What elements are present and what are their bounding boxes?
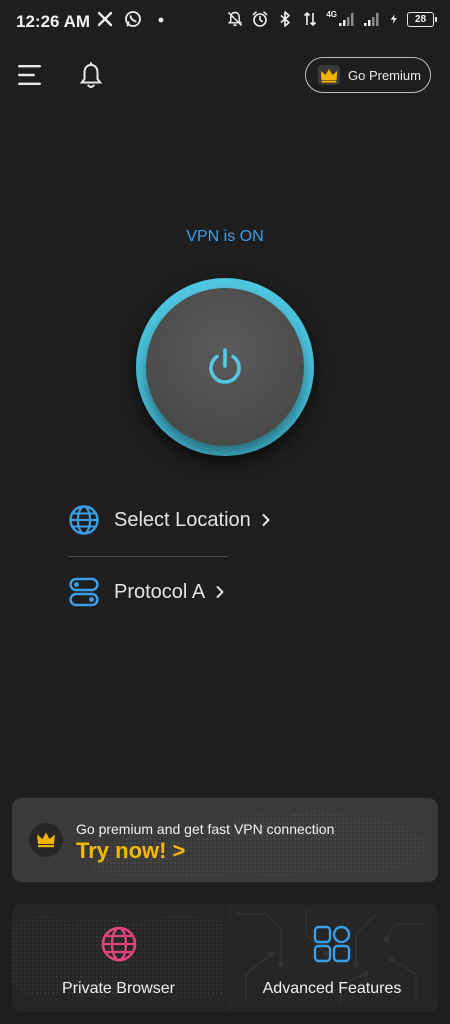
hamburger-menu-icon[interactable] — [18, 64, 44, 86]
advanced-features-card[interactable]: Advanced Features — [226, 904, 438, 1012]
x-app-icon — [97, 11, 113, 27]
select-location-row[interactable]: Select Location — [68, 504, 271, 536]
power-toggle-button[interactable] — [146, 288, 304, 446]
crown-icon — [318, 65, 340, 85]
advanced-features-label: Advanced Features — [262, 980, 402, 997]
protocol-label: Protocol A — [114, 580, 206, 603]
protocol-row[interactable]: Protocol A — [68, 576, 225, 608]
bluetooth-icon — [280, 11, 291, 27]
go-premium-button[interactable]: Go Premium — [305, 57, 431, 93]
vpn-status-text: VPN is ON — [186, 228, 264, 245]
status-time: 12:26 AM — [16, 12, 91, 31]
try-now-link[interactable]: Try now! > — [76, 838, 185, 864]
signal-strength-icon — [339, 13, 354, 26]
power-icon — [209, 348, 241, 384]
go-premium-label: Go Premium — [348, 67, 421, 83]
signal-strength-sim2-icon — [364, 13, 379, 26]
apps-grid-icon — [313, 925, 351, 963]
alarm-icon — [253, 11, 268, 27]
options-divider — [68, 556, 228, 557]
globe-icon — [69, 505, 99, 535]
promo-title: Go premium and get fast VPN connection — [76, 821, 335, 837]
data-transfer-icon — [304, 11, 317, 27]
network-type-label: 4G — [326, 9, 337, 19]
power-button-container — [136, 278, 314, 456]
protocol-toggle-icon — [69, 577, 99, 607]
crown-icon — [37, 832, 55, 848]
chevron-right-icon — [216, 586, 224, 598]
battery-level: 28 — [414, 13, 427, 25]
charging-bolt-icon — [390, 14, 397, 24]
bell-icon[interactable] — [78, 62, 104, 90]
private-browser-label: Private Browser — [62, 980, 175, 997]
whatsapp-icon — [125, 11, 141, 27]
status-bar: 12:26 AM 4G 28 — [0, 0, 450, 44]
notifications-off-icon — [228, 11, 243, 27]
browser-globe-icon — [101, 926, 136, 962]
private-browser-card[interactable]: Private Browser — [12, 904, 225, 1012]
battery-indicator: 28 — [407, 11, 437, 27]
dot-indicator-icon — [158, 17, 164, 23]
promo-crown-badge — [29, 823, 63, 857]
select-location-label: Select Location — [114, 508, 251, 531]
chevron-right-icon — [262, 514, 270, 526]
vpn-home-screen: 12:26 AM 4G 28 Go Premium VPN is ON Sele… — [0, 0, 450, 1024]
